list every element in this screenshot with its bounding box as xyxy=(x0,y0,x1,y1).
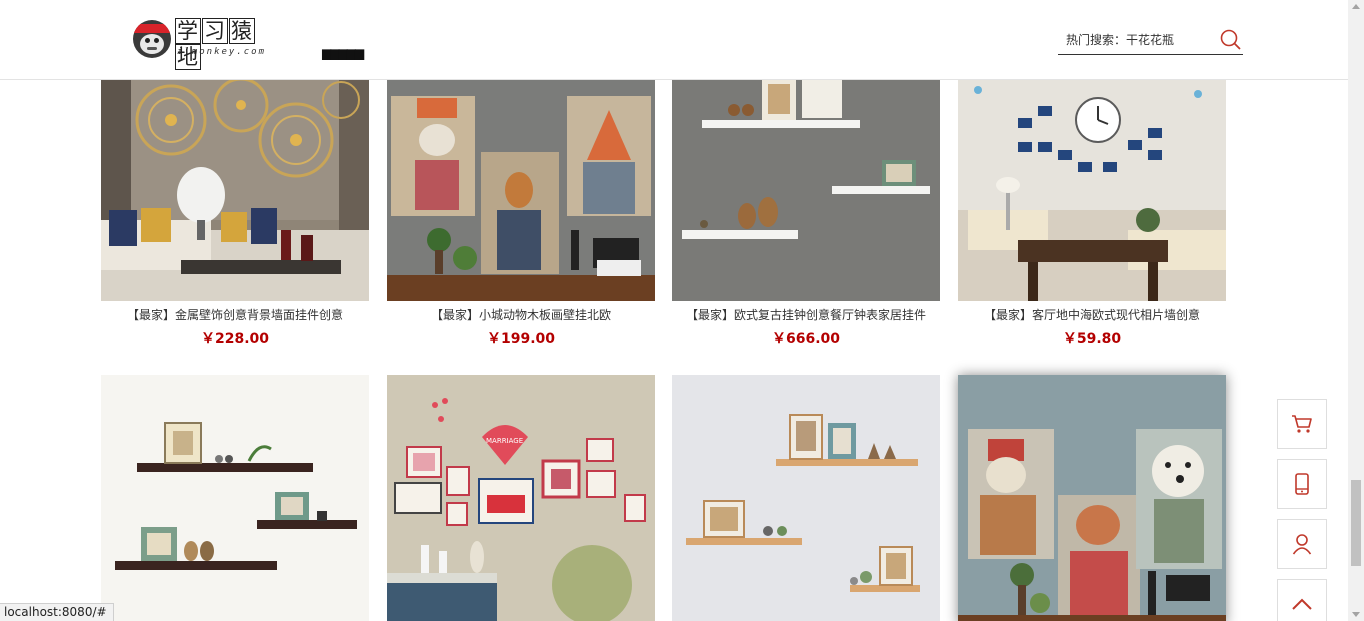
monkey-logo-icon xyxy=(133,20,171,58)
product-card[interactable]: 【最家】金属壁饰创意背景墙面挂件创意 ￥228.00 xyxy=(101,80,369,347)
search-icon xyxy=(1220,29,1241,50)
product-image[interactable] xyxy=(958,80,1226,301)
product-image[interactable] xyxy=(958,375,1226,621)
product-image[interactable] xyxy=(101,80,369,301)
product-price: ￥228.00 xyxy=(200,331,270,347)
back-to-top-button[interactable] xyxy=(1277,579,1327,621)
phone-icon xyxy=(1295,473,1309,495)
search-button[interactable] xyxy=(1219,28,1243,52)
nav-menu-garbled[interactable]: ▆▆▆▆▆ xyxy=(322,46,364,60)
logo-url: ilmonkey.com xyxy=(177,47,267,57)
search-box xyxy=(1058,28,1243,55)
scroll-up-arrow-icon[interactable] xyxy=(1352,4,1360,9)
product-title[interactable]: 【最家】金属壁饰创意背景墙面挂件创意 xyxy=(101,307,369,323)
browser-status-url: localhost:8080/# xyxy=(0,603,114,621)
product-card[interactable]: 【最家】小城动物木板画壁挂北欧 ￥199.00 xyxy=(387,80,655,347)
page: 学习猿地 ilmonkey.com ▆▆▆▆▆ 热门搜索：干花花瓶 【最家】金属… xyxy=(0,0,1364,621)
site-logo[interactable]: 学习猿地 ilmonkey.com xyxy=(133,18,275,70)
product-image[interactable] xyxy=(101,375,369,621)
scrollbar-thumb[interactable] xyxy=(1351,480,1361,566)
product-image[interactable] xyxy=(387,80,655,301)
logo-wordmark: 学习猿地 xyxy=(175,18,255,70)
product-card[interactable] xyxy=(958,375,1226,621)
svg-text:MARRIAGE: MARRIAGE xyxy=(486,437,523,445)
product-price: ￥59.80 xyxy=(1062,331,1122,347)
product-title[interactable]: 【最家】欧式复古挂钟创意餐厅钟表家居挂件 xyxy=(672,307,940,323)
cart-icon xyxy=(1292,415,1312,433)
product-price: ￥666.00 xyxy=(771,331,841,347)
product-card[interactable]: 【最家】客厅地中海欧式现代相片墙创意 ￥59.80 xyxy=(958,80,1226,347)
product-card[interactable] xyxy=(672,375,940,621)
site-header: 学习猿地 ilmonkey.com ▆▆▆▆▆ xyxy=(0,0,1348,80)
product-image[interactable] xyxy=(672,80,940,301)
product-image[interactable]: MARRIAGE xyxy=(387,375,655,621)
scroll-down-arrow-icon[interactable] xyxy=(1352,612,1360,617)
user-button[interactable] xyxy=(1277,519,1327,569)
product-title[interactable]: 【最家】小城动物木板画壁挂北欧 xyxy=(387,307,655,323)
back-to-top-icon xyxy=(1292,598,1312,610)
product-title[interactable]: 【最家】客厅地中海欧式现代相片墙创意 xyxy=(958,307,1226,323)
product-card[interactable] xyxy=(101,375,369,621)
product-image[interactable] xyxy=(672,375,940,621)
cart-button[interactable] xyxy=(1277,399,1327,449)
mobile-button[interactable] xyxy=(1277,459,1327,509)
user-icon xyxy=(1292,534,1312,555)
page-scrollbar[interactable] xyxy=(1348,0,1364,621)
product-card[interactable]: 【最家】欧式复古挂钟创意餐厅钟表家居挂件 ￥666.00 xyxy=(672,80,940,347)
product-card[interactable]: MARRIAGE xyxy=(387,375,655,621)
search-input[interactable] xyxy=(1058,28,1208,52)
product-price: ￥199.00 xyxy=(486,331,556,347)
